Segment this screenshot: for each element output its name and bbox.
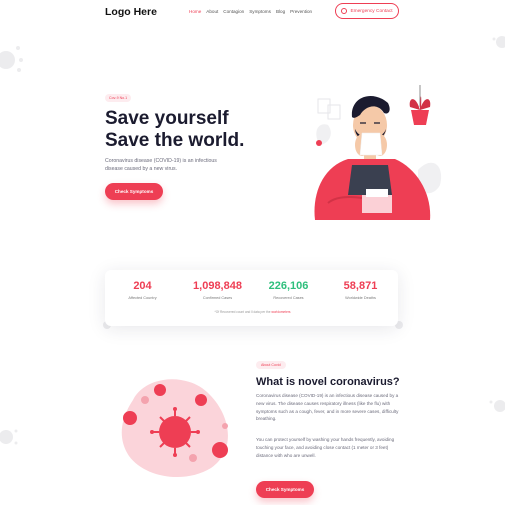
virus-decoration-icon — [492, 36, 505, 48]
check-symptoms-button[interactable]: Check Symptoms — [256, 481, 314, 498]
stat-value: 58,871 — [343, 280, 378, 292]
stat-label: Recovered Cases — [273, 296, 304, 300]
stat-label: Worldwide Deaths — [345, 296, 376, 300]
nav-blog[interactable]: Blog — [276, 9, 285, 14]
stat-value: 1,098,848 — [193, 280, 242, 292]
about-paragraph: You can protect yourself by washing your… — [256, 437, 395, 458]
hero-badge-label: Cov-9 No.1 — [109, 96, 128, 100]
coronavirus-illustration — [121, 379, 228, 478]
sick-person-illustration — [314, 85, 442, 220]
about-paragraph: Coronavirus disease (COVID-19) is an inf… — [256, 393, 399, 422]
check-symptoms-button[interactable]: Check Symptoms — [105, 183, 163, 200]
stat-recovered-cases: 226,106 Recovered Cases — [251, 280, 326, 300]
stats-source-link[interactable]: worldometers — [271, 310, 290, 314]
nav-home[interactable]: Home — [189, 9, 201, 14]
hero-title: Save yourself Save the world. — [105, 108, 244, 151]
site-header: Logo Here Home About Contagion Symptoms … — [0, 0, 505, 26]
nav-contagion[interactable]: Contagion — [223, 9, 244, 14]
stat-value: 204 — [133, 280, 152, 292]
emergency-contact-label: Emergency Contact — [350, 8, 393, 14]
virus-decoration-icon — [0, 429, 18, 445]
logo[interactable]: Logo Here — [105, 6, 157, 18]
stat-value: 226,106 — [268, 280, 309, 292]
nav-symptoms[interactable]: Symptoms — [249, 9, 271, 14]
check-symptoms-label: Check Symptoms — [114, 189, 154, 194]
stat-worldwide-deaths: 58,871 Worldwide Deaths — [323, 280, 398, 300]
stats-card: 204 Affected Country 1,098,848 Confirmed… — [105, 270, 398, 326]
nav-about[interactable]: About — [206, 9, 218, 14]
phone-icon — [341, 8, 348, 14]
hero-title-line2: Save the world. — [105, 129, 245, 151]
main-nav: Home About Contagion Symptoms Blog Preve… — [189, 9, 312, 14]
hero-badge: Cov-9 No.1 — [105, 94, 132, 102]
about-title: What is novel coronavirus? — [256, 376, 400, 388]
virus-decoration-icon — [489, 400, 505, 412]
stat-label: Affected Country — [128, 296, 157, 300]
stats-footnote-text: *Of Recovered count and ll data per the — [214, 310, 271, 314]
hero-title-line1: Save yourself — [105, 108, 229, 129]
hero-description: Coronavirus disease (COVID-19) is an inf… — [105, 158, 217, 172]
emergency-contact-button[interactable]: Emergency Contact — [335, 3, 399, 19]
virus-decoration-icon — [0, 46, 23, 72]
about-badge-label: About Covid — [261, 363, 281, 367]
stat-label: Confirmed Cases — [202, 296, 233, 300]
stat-affected-country: 204 Affected Country — [105, 280, 180, 300]
nav-prevention[interactable]: Prevention — [290, 9, 312, 14]
about-badge: About Covid — [256, 361, 286, 369]
stats-footnote: *Of Recovered count and ll data per the … — [0, 310, 505, 314]
check-symptoms-label: Check Symptoms — [265, 487, 305, 492]
stat-confirmed-cases: 1,098,848 Confirmed Cases — [180, 280, 255, 300]
